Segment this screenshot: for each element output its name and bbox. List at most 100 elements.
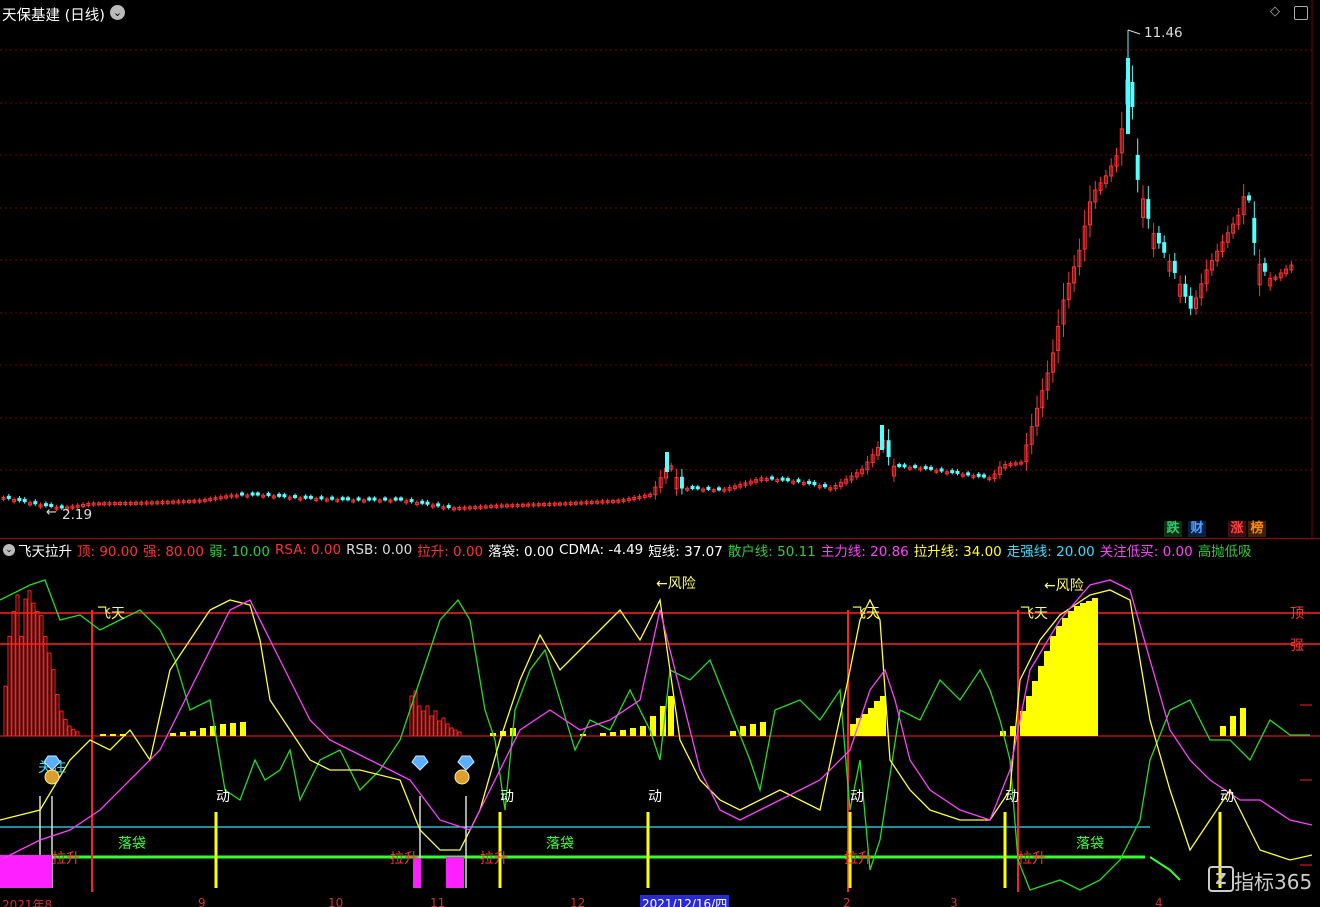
candle [1029, 413, 1034, 455]
candle [112, 500, 117, 507]
candle [764, 476, 769, 483]
candle [966, 470, 971, 477]
candle [414, 500, 419, 507]
candle [473, 504, 478, 511]
yellow-histogram-bar [230, 723, 236, 736]
candle [6, 493, 11, 501]
badge-fall[interactable]: 跌 [1164, 521, 1182, 537]
candle [1156, 226, 1161, 249]
indicator-header: ⌄ 飞天拉升 顶: 90.00 强: 80.00 弱: 10.00 RSA: 0.00… [0, 540, 1257, 560]
x-label-4: 12 [570, 896, 586, 907]
candle [801, 480, 806, 487]
yellow-histogram-bar [240, 722, 246, 736]
candle [261, 493, 266, 499]
candle [595, 499, 600, 505]
candle [12, 497, 17, 504]
pullup-label: 拉升 [1018, 851, 1046, 867]
candle [171, 499, 176, 505]
candle [1119, 111, 1124, 166]
red-histogram-bar [23, 598, 28, 737]
candle [860, 465, 865, 477]
indicator-param-8: 短线: 37.07 [648, 544, 723, 560]
candle [38, 502, 43, 510]
x-label-6: 2 [843, 896, 851, 907]
candle [817, 483, 822, 490]
candle [552, 501, 557, 507]
candle [1146, 186, 1151, 229]
red-histogram-bar [75, 731, 80, 737]
candle [573, 500, 578, 506]
chevron-down-icon[interactable]: ⌄ [110, 5, 125, 20]
candle [1008, 461, 1013, 468]
red-histogram-bar [43, 635, 48, 737]
candle [1066, 271, 1071, 309]
candle [775, 477, 780, 484]
candle [706, 485, 711, 492]
yellow-histogram-bar [1038, 666, 1044, 736]
candle [181, 498, 186, 505]
yellow-histogram-bar [750, 724, 756, 736]
candle [690, 484, 695, 491]
candle [372, 496, 377, 502]
yellow-histogram-bar [610, 732, 616, 736]
candle [361, 498, 366, 504]
candle [854, 469, 859, 480]
candle [891, 458, 896, 482]
candle [982, 472, 986, 479]
indicator-param-11: 拉升线: 34.00 [913, 544, 1002, 560]
badge-wealth[interactable]: 财 [1188, 521, 1206, 537]
candle [1257, 249, 1262, 297]
badge-ranking[interactable]: 榜 [1248, 521, 1266, 537]
yellow-histogram-bar [862, 714, 868, 736]
money-bag-icon [44, 769, 60, 785]
price-chart-panel[interactable] [0, 0, 1320, 540]
candle [950, 468, 955, 475]
candle [695, 484, 700, 491]
candle [494, 503, 499, 510]
candle [547, 501, 552, 508]
red-histogram-bar [417, 705, 422, 737]
candle [499, 503, 504, 509]
candle [144, 500, 149, 506]
x-label-0: 2021年8 [2, 898, 53, 907]
profit-take-label: 落袋 [546, 836, 574, 852]
candle [1199, 273, 1204, 306]
pullup-label: 拉升 [480, 851, 508, 867]
candle [701, 487, 706, 493]
window-toggle-icon[interactable] [1294, 6, 1308, 20]
yellow-histogram-bar [668, 696, 674, 736]
candle [897, 462, 902, 469]
yellow-histogram-bar [110, 734, 116, 736]
candle [886, 429, 891, 466]
candle [1019, 459, 1024, 467]
candle [838, 478, 843, 490]
x-label-1: 9 [198, 896, 206, 907]
move-label: 动 [1220, 789, 1234, 805]
yellow-histogram-bar [1026, 696, 1032, 736]
candle [28, 500, 32, 507]
candle [478, 504, 483, 511]
spike-candle [880, 425, 884, 450]
yellow-histogram-bar [1068, 611, 1074, 736]
candle [213, 495, 218, 502]
candle [1135, 138, 1140, 193]
indicator-chart-panel[interactable]: 飞天飞天飞天←风险←风险动动动动动动落袋落袋落袋拉升拉升拉升拉升拉升关注 [0, 560, 1320, 907]
candle [796, 477, 801, 484]
candle [1225, 225, 1230, 249]
red-histogram-bar [63, 718, 68, 737]
indicator-name[interactable]: 飞天拉升 [18, 540, 72, 560]
candle [1024, 432, 1029, 471]
badge-rise[interactable]: 涨 [1228, 521, 1246, 537]
candle [1188, 287, 1193, 316]
red-histogram-bar [67, 725, 72, 737]
candle [616, 498, 621, 504]
diamond-icon[interactable]: ◇ [1270, 4, 1280, 19]
risk-label: ←风险 [656, 576, 696, 592]
candle [648, 491, 653, 499]
red-histogram-bar [15, 594, 20, 737]
candle [902, 462, 907, 469]
candle [1141, 185, 1145, 228]
candle [1103, 169, 1108, 189]
candle [960, 471, 965, 479]
indicator-menu-icon[interactable]: ⌄ [3, 544, 15, 556]
